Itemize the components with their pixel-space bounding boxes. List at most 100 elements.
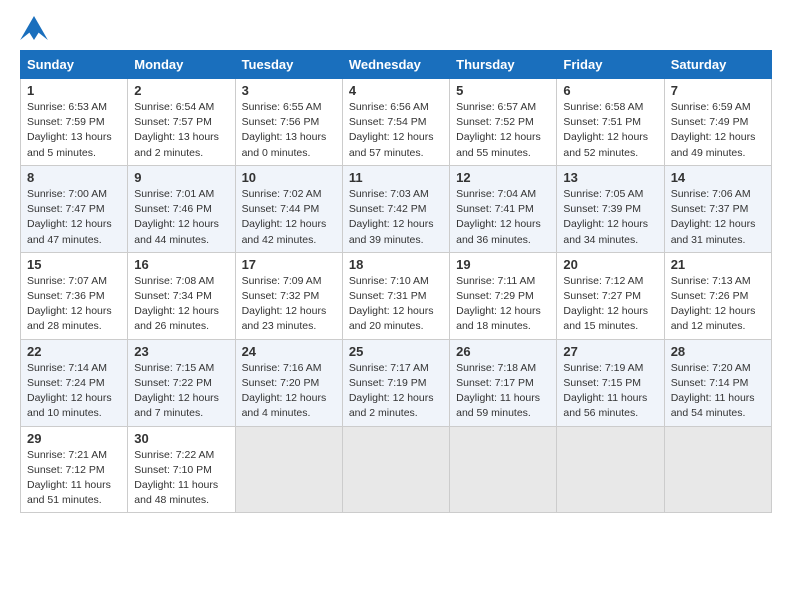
calendar-week-row: 1 Sunrise: 6:53 AMSunset: 7:59 PMDaylight… (21, 79, 772, 166)
day-number: 22 (27, 344, 121, 359)
table-row: 6 Sunrise: 6:58 AMSunset: 7:51 PMDaylight… (557, 79, 664, 166)
day-number: 20 (563, 257, 657, 272)
day-info: Sunrise: 7:04 AMSunset: 7:41 PMDaylight:… (456, 187, 550, 248)
day-number: 16 (134, 257, 228, 272)
day-info: Sunrise: 7:11 AMSunset: 7:29 PMDaylight:… (456, 274, 550, 335)
header-wednesday: Wednesday (342, 51, 449, 79)
table-row: 8 Sunrise: 7:00 AMSunset: 7:47 PMDaylight… (21, 165, 128, 252)
table-row: 15Sunrise: 7:07 AMSunset: 7:36 PMDayligh… (21, 252, 128, 339)
day-info: Sunrise: 7:13 AMSunset: 7:26 PMDaylight:… (671, 274, 765, 335)
table-row: 11 Sunrise: 7:03 AMSunset: 7:42 PMDayligh… (342, 165, 449, 252)
day-number: 15 (27, 257, 121, 272)
day-info: Sunrise: 6:58 AMSunset: 7:51 PMDaylight:… (563, 100, 657, 161)
calendar-header-row: SundayMondayTuesdayWednesdayThursdayFrid… (21, 51, 772, 79)
day-info: Sunrise: 7:21 AMSunset: 7:12 PMDaylight:… (27, 448, 121, 509)
day-info: Sunrise: 7:22 AMSunset: 7:10 PMDaylight:… (134, 448, 228, 509)
day-number: 24 (242, 344, 336, 359)
day-number: 14 (671, 170, 765, 185)
day-info: Sunrise: 7:17 AMSunset: 7:19 PMDaylight:… (349, 361, 443, 422)
day-number: 4 (349, 83, 443, 98)
table-row: 14Sunrise: 7:06 AMSunset: 7:37 PMDayligh… (664, 165, 771, 252)
table-row: 27 Sunrise: 7:19 AMSunset: 7:15 PMDayligh… (557, 339, 664, 426)
day-number: 1 (27, 83, 121, 98)
day-info: Sunrise: 6:55 AMSunset: 7:56 PMDaylight:… (242, 100, 336, 161)
table-row: 3 Sunrise: 6:55 AMSunset: 7:56 PMDaylight… (235, 79, 342, 166)
day-info: Sunrise: 6:53 AMSunset: 7:59 PMDaylight:… (27, 100, 121, 161)
table-row: 29 Sunrise: 7:21 AMSunset: 7:12 PMDayligh… (21, 426, 128, 513)
logo (20, 16, 52, 40)
day-number: 23 (134, 344, 228, 359)
calendar-week-row: 8 Sunrise: 7:00 AMSunset: 7:47 PMDaylight… (21, 165, 772, 252)
table-row (235, 426, 342, 513)
table-row: 24 Sunrise: 7:16 AMSunset: 7:20 PMDayligh… (235, 339, 342, 426)
day-number: 12 (456, 170, 550, 185)
day-number: 5 (456, 83, 550, 98)
table-row: 17 Sunrise: 7:09 AMSunset: 7:32 PMDayligh… (235, 252, 342, 339)
day-number: 17 (242, 257, 336, 272)
table-row: 1 Sunrise: 6:53 AMSunset: 7:59 PMDaylight… (21, 79, 128, 166)
day-number: 2 (134, 83, 228, 98)
day-info: Sunrise: 7:10 AMSunset: 7:31 PMDaylight:… (349, 274, 443, 335)
table-row: 2 Sunrise: 6:54 AMSunset: 7:57 PMDaylight… (128, 79, 235, 166)
day-number: 11 (349, 170, 443, 185)
table-row: 7 Sunrise: 6:59 AMSunset: 7:49 PMDaylight… (664, 79, 771, 166)
day-info: Sunrise: 7:19 AMSunset: 7:15 PMDaylight:… (563, 361, 657, 422)
table-row: 5 Sunrise: 6:57 AMSunset: 7:52 PMDaylight… (450, 79, 557, 166)
header-sunday: Sunday (21, 51, 128, 79)
calendar-week-row: 22 Sunrise: 7:14 AMSunset: 7:24 PMDayligh… (21, 339, 772, 426)
table-row: 30Sunrise: 7:22 AMSunset: 7:10 PMDayligh… (128, 426, 235, 513)
header-saturday: Saturday (664, 51, 771, 79)
day-number: 13 (563, 170, 657, 185)
calendar-table: SundayMondayTuesdayWednesdayThursdayFrid… (20, 50, 772, 513)
table-row: 25 Sunrise: 7:17 AMSunset: 7:19 PMDayligh… (342, 339, 449, 426)
page-header (20, 16, 772, 40)
table-row: 16 Sunrise: 7:08 AMSunset: 7:34 PMDayligh… (128, 252, 235, 339)
calendar-week-row: 29 Sunrise: 7:21 AMSunset: 7:12 PMDayligh… (21, 426, 772, 513)
table-row: 19 Sunrise: 7:11 AMSunset: 7:29 PMDayligh… (450, 252, 557, 339)
table-row: 21 Sunrise: 7:13 AMSunset: 7:26 PMDayligh… (664, 252, 771, 339)
table-row: 28Sunrise: 7:20 AMSunset: 7:14 PMDayligh… (664, 339, 771, 426)
table-row: 10Sunrise: 7:02 AMSunset: 7:44 PMDayligh… (235, 165, 342, 252)
header-tuesday: Tuesday (235, 51, 342, 79)
day-number: 25 (349, 344, 443, 359)
header-thursday: Thursday (450, 51, 557, 79)
day-number: 27 (563, 344, 657, 359)
day-info: Sunrise: 6:54 AMSunset: 7:57 PMDaylight:… (134, 100, 228, 161)
day-number: 19 (456, 257, 550, 272)
day-info: Sunrise: 7:09 AMSunset: 7:32 PMDaylight:… (242, 274, 336, 335)
day-info: Sunrise: 7:08 AMSunset: 7:34 PMDaylight:… (134, 274, 228, 335)
table-row: 12 Sunrise: 7:04 AMSunset: 7:41 PMDayligh… (450, 165, 557, 252)
day-info: Sunrise: 7:03 AMSunset: 7:42 PMDaylight:… (349, 187, 443, 248)
table-row (450, 426, 557, 513)
table-row: 18 Sunrise: 7:10 AMSunset: 7:31 PMDayligh… (342, 252, 449, 339)
header-friday: Friday (557, 51, 664, 79)
day-info: Sunrise: 7:05 AMSunset: 7:39 PMDaylight:… (563, 187, 657, 248)
day-number: 26 (456, 344, 550, 359)
day-info: Sunrise: 7:00 AMSunset: 7:47 PMDaylight:… (27, 187, 121, 248)
day-info: Sunrise: 7:14 AMSunset: 7:24 PMDaylight:… (27, 361, 121, 422)
day-number: 29 (27, 431, 121, 446)
day-number: 21 (671, 257, 765, 272)
table-row: 13 Sunrise: 7:05 AMSunset: 7:39 PMDayligh… (557, 165, 664, 252)
day-number: 7 (671, 83, 765, 98)
day-info: Sunrise: 7:12 AMSunset: 7:27 PMDaylight:… (563, 274, 657, 335)
day-number: 9 (134, 170, 228, 185)
table-row: 23Sunrise: 7:15 AMSunset: 7:22 PMDayligh… (128, 339, 235, 426)
day-info: Sunrise: 7:16 AMSunset: 7:20 PMDaylight:… (242, 361, 336, 422)
table-row (557, 426, 664, 513)
day-number: 18 (349, 257, 443, 272)
day-info: Sunrise: 6:59 AMSunset: 7:49 PMDaylight:… (671, 100, 765, 161)
day-info: Sunrise: 7:18 AMSunset: 7:17 PMDaylight:… (456, 361, 550, 422)
day-number: 28 (671, 344, 765, 359)
table-row: 22 Sunrise: 7:14 AMSunset: 7:24 PMDayligh… (21, 339, 128, 426)
day-info: Sunrise: 7:01 AMSunset: 7:46 PMDaylight:… (134, 187, 228, 248)
day-number: 6 (563, 83, 657, 98)
table-row: 9 Sunrise: 7:01 AMSunset: 7:46 PMDaylight… (128, 165, 235, 252)
logo-icon (20, 16, 48, 40)
day-number: 3 (242, 83, 336, 98)
day-number: 8 (27, 170, 121, 185)
day-info: Sunrise: 6:57 AMSunset: 7:52 PMDaylight:… (456, 100, 550, 161)
calendar-week-row: 15Sunrise: 7:07 AMSunset: 7:36 PMDayligh… (21, 252, 772, 339)
table-row: 26 Sunrise: 7:18 AMSunset: 7:17 PMDayligh… (450, 339, 557, 426)
header-monday: Monday (128, 51, 235, 79)
